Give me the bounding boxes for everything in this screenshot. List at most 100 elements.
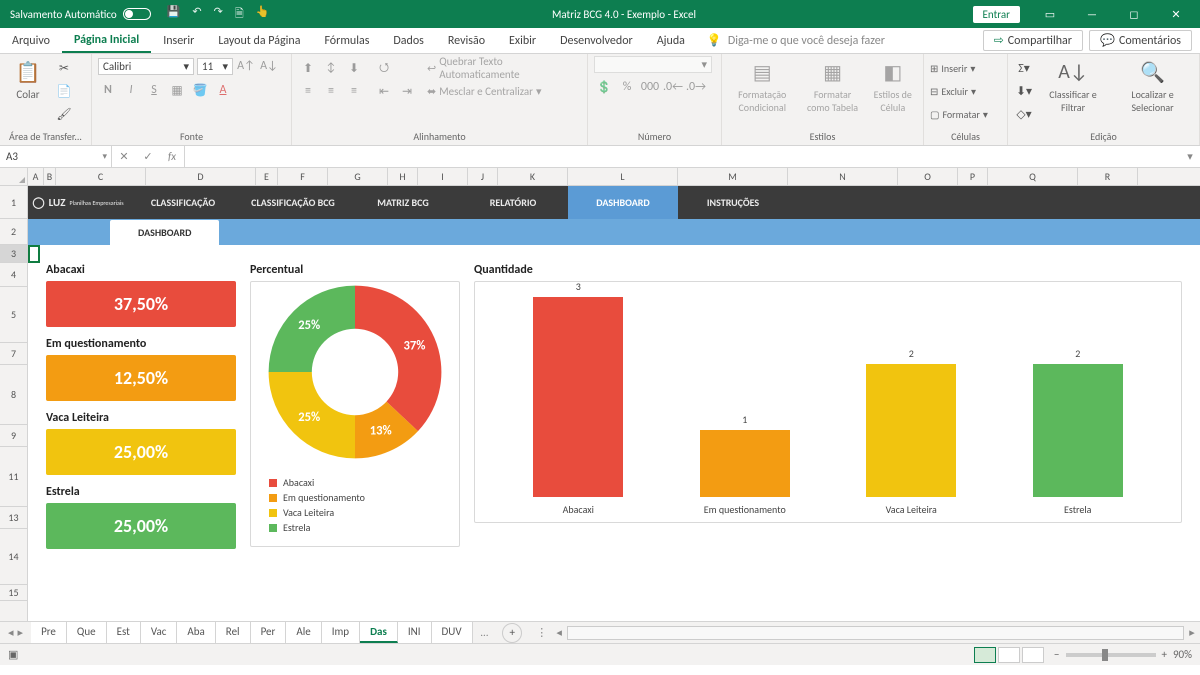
column-header[interactable]: K bbox=[498, 168, 568, 185]
font-name-combo[interactable]: Calibri▾ bbox=[98, 58, 194, 75]
decrease-decimal-icon[interactable]: .0→ bbox=[686, 77, 706, 97]
find-select-button[interactable]: 🔍Localizar e Selecionar bbox=[1112, 56, 1193, 116]
share-button[interactable]: Compartilhar bbox=[983, 30, 1083, 51]
scroll-right-icon[interactable]: ▸ bbox=[1184, 626, 1200, 639]
comma-icon[interactable]: 000 bbox=[640, 77, 660, 97]
row-header[interactable]: 1 bbox=[0, 186, 27, 219]
undo-icon[interactable]: ↶ bbox=[192, 5, 201, 24]
formula-bar[interactable] bbox=[185, 146, 1180, 167]
macro-record-icon[interactable]: ▣ bbox=[8, 648, 18, 661]
autosave-toggle[interactable]: Salvamento Automático bbox=[0, 8, 161, 21]
column-header[interactable]: O bbox=[898, 168, 958, 185]
grid-content[interactable]: ◯ LUZ Planilhas Empresariais CLASSIFICAÇ… bbox=[28, 186, 1200, 621]
row-header[interactable]: 5 bbox=[0, 287, 27, 343]
column-header[interactable]: R bbox=[1078, 168, 1138, 185]
new-sheet-button[interactable]: + bbox=[502, 623, 522, 643]
more-tabs-icon[interactable]: … bbox=[473, 626, 497, 639]
wrap-text-button[interactable]: ↩ Quebrar Texto Automaticamente bbox=[427, 58, 581, 78]
nav-item[interactable]: INSTRUÇÕES bbox=[678, 186, 788, 219]
fill-icon[interactable]: ⬇▾ bbox=[1014, 81, 1034, 101]
tab-formulas[interactable]: Fórmulas bbox=[312, 28, 381, 53]
zoom-slider[interactable] bbox=[1066, 653, 1156, 657]
tab-view[interactable]: Exibir bbox=[497, 28, 548, 53]
nav-item[interactable]: DASHBOARD bbox=[568, 186, 678, 219]
column-header[interactable]: C bbox=[56, 168, 146, 185]
row-header[interactable]: 11 bbox=[0, 447, 27, 507]
print-icon[interactable]: 🗎 bbox=[235, 5, 244, 24]
signin-button[interactable]: Entrar bbox=[973, 6, 1020, 23]
increase-indent-icon[interactable]: ⇥ bbox=[397, 81, 417, 101]
font-size-combo[interactable]: 11▾ bbox=[197, 58, 233, 75]
cut-icon[interactable]: ✂ bbox=[54, 58, 74, 78]
currency-icon[interactable]: 💲 bbox=[594, 77, 614, 97]
orientation-icon[interactable]: ⭯ bbox=[374, 58, 394, 78]
sheet-tab[interactable]: Per bbox=[251, 622, 287, 643]
number-format-combo[interactable]: ▾ bbox=[594, 56, 712, 73]
column-header[interactable]: A bbox=[28, 168, 44, 185]
clear-icon[interactable]: ◇▾ bbox=[1014, 104, 1034, 124]
ribbon-options-button[interactable]: ▭ bbox=[1030, 0, 1070, 28]
close-button[interactable]: ✕ bbox=[1156, 0, 1196, 28]
column-header[interactable]: G bbox=[328, 168, 388, 185]
column-header[interactable]: I bbox=[418, 168, 468, 185]
row-header[interactable]: 3 bbox=[0, 245, 27, 263]
nav-item[interactable]: RELATÓRIO bbox=[458, 186, 568, 219]
enter-formula-icon[interactable]: ✓ bbox=[136, 150, 160, 163]
column-header[interactable]: H bbox=[388, 168, 418, 185]
sheet-tab[interactable]: Pre bbox=[31, 622, 67, 643]
column-header[interactable]: D bbox=[146, 168, 256, 185]
tab-help[interactable]: Ajuda bbox=[645, 28, 697, 53]
merge-center-button[interactable]: ⬌ Mesclar e Centralizar ▾ bbox=[427, 81, 581, 101]
tab-review[interactable]: Revisão bbox=[436, 28, 497, 53]
align-left-icon[interactable]: ≡ bbox=[298, 81, 318, 101]
sheet-tab[interactable]: Est bbox=[107, 622, 141, 643]
format-as-table-button[interactable]: ▦Formatar como Tabela bbox=[800, 56, 864, 116]
column-header[interactable]: F bbox=[278, 168, 328, 185]
tell-me-search[interactable]: 💡 Diga-me o que você deseja fazer bbox=[707, 33, 983, 48]
sheet-tab[interactable]: Que bbox=[67, 622, 107, 643]
column-header[interactable]: Q bbox=[988, 168, 1078, 185]
align-middle-icon[interactable]: ↕ bbox=[321, 58, 341, 78]
horizontal-scrollbar[interactable]: ⋮ ◂ ▸ bbox=[536, 626, 1200, 640]
font-color-icon[interactable]: A bbox=[213, 80, 233, 100]
view-page-layout-button[interactable] bbox=[998, 647, 1020, 663]
touch-icon[interactable]: 👆 bbox=[256, 5, 270, 24]
percent-icon[interactable]: % bbox=[617, 77, 637, 97]
zoom-in-button[interactable]: + bbox=[1162, 648, 1167, 661]
row-header[interactable]: 2 bbox=[0, 219, 27, 245]
row-header[interactable]: 14 bbox=[0, 529, 27, 585]
column-header[interactable]: M bbox=[678, 168, 788, 185]
tab-scroll-right-icon[interactable]: ▸ bbox=[18, 626, 24, 639]
tab-home[interactable]: Página Inicial bbox=[62, 28, 151, 53]
column-header[interactable]: J bbox=[468, 168, 498, 185]
nav-item[interactable]: MATRIZ BCG bbox=[348, 186, 458, 219]
sheet-tab[interactable]: DUV bbox=[432, 622, 473, 643]
sheet-tab[interactable]: Aba bbox=[177, 622, 215, 643]
format-cells-button[interactable]: ▢ Formatar ▾ bbox=[930, 104, 988, 124]
minimize-button[interactable]: — bbox=[1072, 0, 1112, 28]
fx-icon[interactable]: fx bbox=[160, 150, 184, 163]
zoom-level[interactable]: 90% bbox=[1173, 648, 1192, 661]
select-all-corner[interactable] bbox=[0, 168, 28, 185]
sheet-tab[interactable]: Imp bbox=[322, 622, 360, 643]
row-header[interactable]: 13 bbox=[0, 507, 27, 529]
column-header[interactable]: N bbox=[788, 168, 898, 185]
tab-developer[interactable]: Desenvolvedor bbox=[548, 28, 645, 53]
tab-data[interactable]: Dados bbox=[381, 28, 435, 53]
format-painter-icon[interactable]: 🖌 bbox=[54, 104, 74, 124]
row-header[interactable]: 8 bbox=[0, 365, 27, 425]
sort-filter-button[interactable]: A↓Classificar e Filtrar bbox=[1038, 56, 1108, 116]
save-icon[interactable]: 💾 bbox=[167, 5, 181, 24]
conditional-format-button[interactable]: ▤Formatação Condicional bbox=[728, 56, 796, 116]
insert-cells-button[interactable]: ⊞ Inserir ▾ bbox=[930, 58, 988, 78]
align-right-icon[interactable]: ≡ bbox=[344, 81, 364, 101]
comments-button[interactable]: 💬 Comentários bbox=[1089, 30, 1192, 51]
row-header[interactable]: 7 bbox=[0, 343, 27, 365]
tab-page-layout[interactable]: Layout da Página bbox=[206, 28, 312, 53]
bold-icon[interactable]: N bbox=[98, 80, 118, 100]
sheet-tab[interactable]: Ale bbox=[286, 622, 321, 643]
sheet-tab[interactable]: Das bbox=[360, 622, 398, 643]
expand-formula-bar-icon[interactable]: ▾ bbox=[1180, 146, 1200, 167]
sheet-tab[interactable]: Rel bbox=[216, 622, 251, 643]
decrease-indent-icon[interactable]: ⇤ bbox=[374, 81, 394, 101]
